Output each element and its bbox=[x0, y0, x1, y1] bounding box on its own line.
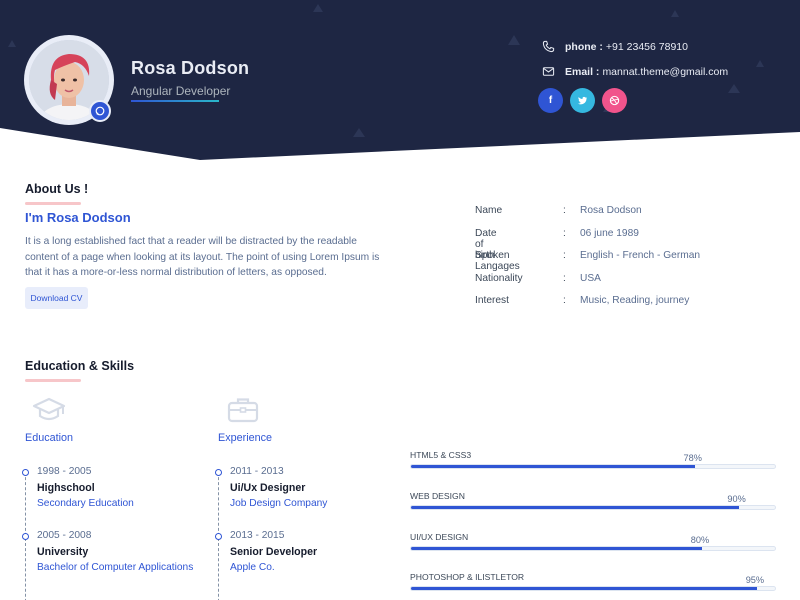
skill-name: PHOTOSHOP & ILISTLETOR bbox=[410, 572, 525, 582]
email-value[interactable]: mannat.theme@gmail.com bbox=[602, 66, 728, 78]
phone-label: phone : bbox=[565, 41, 603, 53]
info-separator: : bbox=[563, 272, 566, 284]
skill-name: HTML5 & CSS3 bbox=[410, 450, 472, 460]
info-separator: : bbox=[563, 227, 566, 239]
timeline-subtitle: Secondary Education bbox=[37, 498, 134, 509]
timeline-years: 2013 - 2015 bbox=[230, 530, 285, 541]
about-title: About Us ! bbox=[25, 182, 89, 196]
skill-progress-fill bbox=[411, 587, 757, 590]
dribbble-button[interactable] bbox=[602, 88, 627, 113]
twitter-icon bbox=[577, 96, 588, 105]
timeline-title: University bbox=[37, 546, 89, 558]
email-label: Email : bbox=[565, 66, 600, 78]
info-value: USA bbox=[580, 272, 601, 284]
timeline-title: Highschool bbox=[37, 482, 95, 494]
info-key: Interest bbox=[475, 295, 509, 306]
skill-progress-bar bbox=[410, 505, 776, 510]
timeline-title: Senior Developer bbox=[230, 546, 318, 558]
skill-progress-fill bbox=[411, 506, 739, 509]
about-title-underline bbox=[25, 202, 81, 205]
info-value: 06 june 1989 bbox=[580, 227, 639, 239]
graduation-cap-icon bbox=[32, 396, 66, 429]
timeline-dot bbox=[22, 533, 29, 540]
timeline-years: 2011 - 2013 bbox=[230, 466, 284, 477]
timeline-subtitle: Apple Co. bbox=[230, 562, 275, 573]
timeline-subtitle: Bachelor of Computer Applications bbox=[37, 562, 194, 573]
dribbble-icon bbox=[609, 95, 620, 106]
skill-percent: 95% bbox=[745, 575, 765, 585]
info-separator: : bbox=[563, 205, 566, 216]
skill-progress-fill bbox=[411, 465, 695, 468]
contact-phone: phone : +91 23456 78910 bbox=[542, 40, 688, 54]
info-value: Rosa Dodson bbox=[580, 205, 642, 216]
info-separator: : bbox=[563, 295, 566, 306]
timeline-years: 1998 - 2005 bbox=[37, 466, 92, 477]
header-background bbox=[0, 0, 800, 160]
skill-name: WEB DESIGN bbox=[410, 491, 465, 501]
timeline-dot bbox=[215, 469, 222, 476]
skill-progress-bar bbox=[410, 546, 776, 551]
timeline-dot bbox=[215, 533, 222, 540]
info-separator: : bbox=[563, 250, 566, 261]
skill-percent: 78% bbox=[683, 453, 702, 463]
timeline-years: 2005 - 2008 bbox=[37, 530, 92, 541]
skill-percent: 80% bbox=[690, 535, 710, 545]
mail-icon bbox=[542, 65, 556, 79]
timeline-dot bbox=[22, 469, 29, 476]
briefcase-icon bbox=[226, 396, 260, 429]
info-key: Nationality bbox=[475, 272, 523, 284]
facebook-icon: f bbox=[548, 95, 553, 106]
message-button[interactable] bbox=[89, 100, 111, 122]
about-text: It is a long established fact that a rea… bbox=[25, 236, 380, 278]
skill-progress-fill bbox=[411, 547, 703, 550]
timeline-title: Ui/Ux Designer bbox=[230, 482, 306, 494]
skill-progress-bar bbox=[410, 464, 776, 469]
edu-skills-title-underline bbox=[25, 379, 81, 382]
facebook-button[interactable]: f bbox=[538, 88, 563, 113]
profile-name: Rosa Dodson bbox=[131, 58, 250, 78]
skill-name: UI/UX DESIGN bbox=[410, 532, 469, 542]
phone-value[interactable]: +91 23456 78910 bbox=[606, 41, 688, 53]
twitter-button[interactable] bbox=[570, 88, 595, 113]
profile-header: Rosa Dodson Angular Developer phone : +9… bbox=[0, 0, 800, 165]
phone-icon bbox=[542, 40, 556, 54]
download-cv-button[interactable]: Download CV bbox=[25, 287, 88, 309]
timeline-subtitle: Job Design Company bbox=[230, 498, 328, 509]
contact-email: Email : mannat.theme@gmail.com bbox=[542, 65, 728, 79]
profile-role: Angular Developer bbox=[131, 84, 231, 98]
skill-percent: 90% bbox=[727, 494, 746, 504]
education-heading: Education bbox=[25, 432, 74, 444]
edu-skills-title: Education & Skills bbox=[25, 359, 135, 373]
info-key: Name bbox=[475, 205, 503, 216]
experience-heading: Experience bbox=[218, 432, 273, 444]
skill-progress-bar bbox=[410, 586, 776, 591]
info-value: English - French - German bbox=[580, 250, 701, 261]
info-value: Music, Reading, journey bbox=[580, 295, 690, 306]
role-underline bbox=[131, 100, 219, 102]
about-subtitle: I'm Rosa Dodson bbox=[25, 210, 131, 225]
info-key: Spoken Langages bbox=[475, 250, 520, 272]
chat-icon bbox=[95, 106, 105, 116]
